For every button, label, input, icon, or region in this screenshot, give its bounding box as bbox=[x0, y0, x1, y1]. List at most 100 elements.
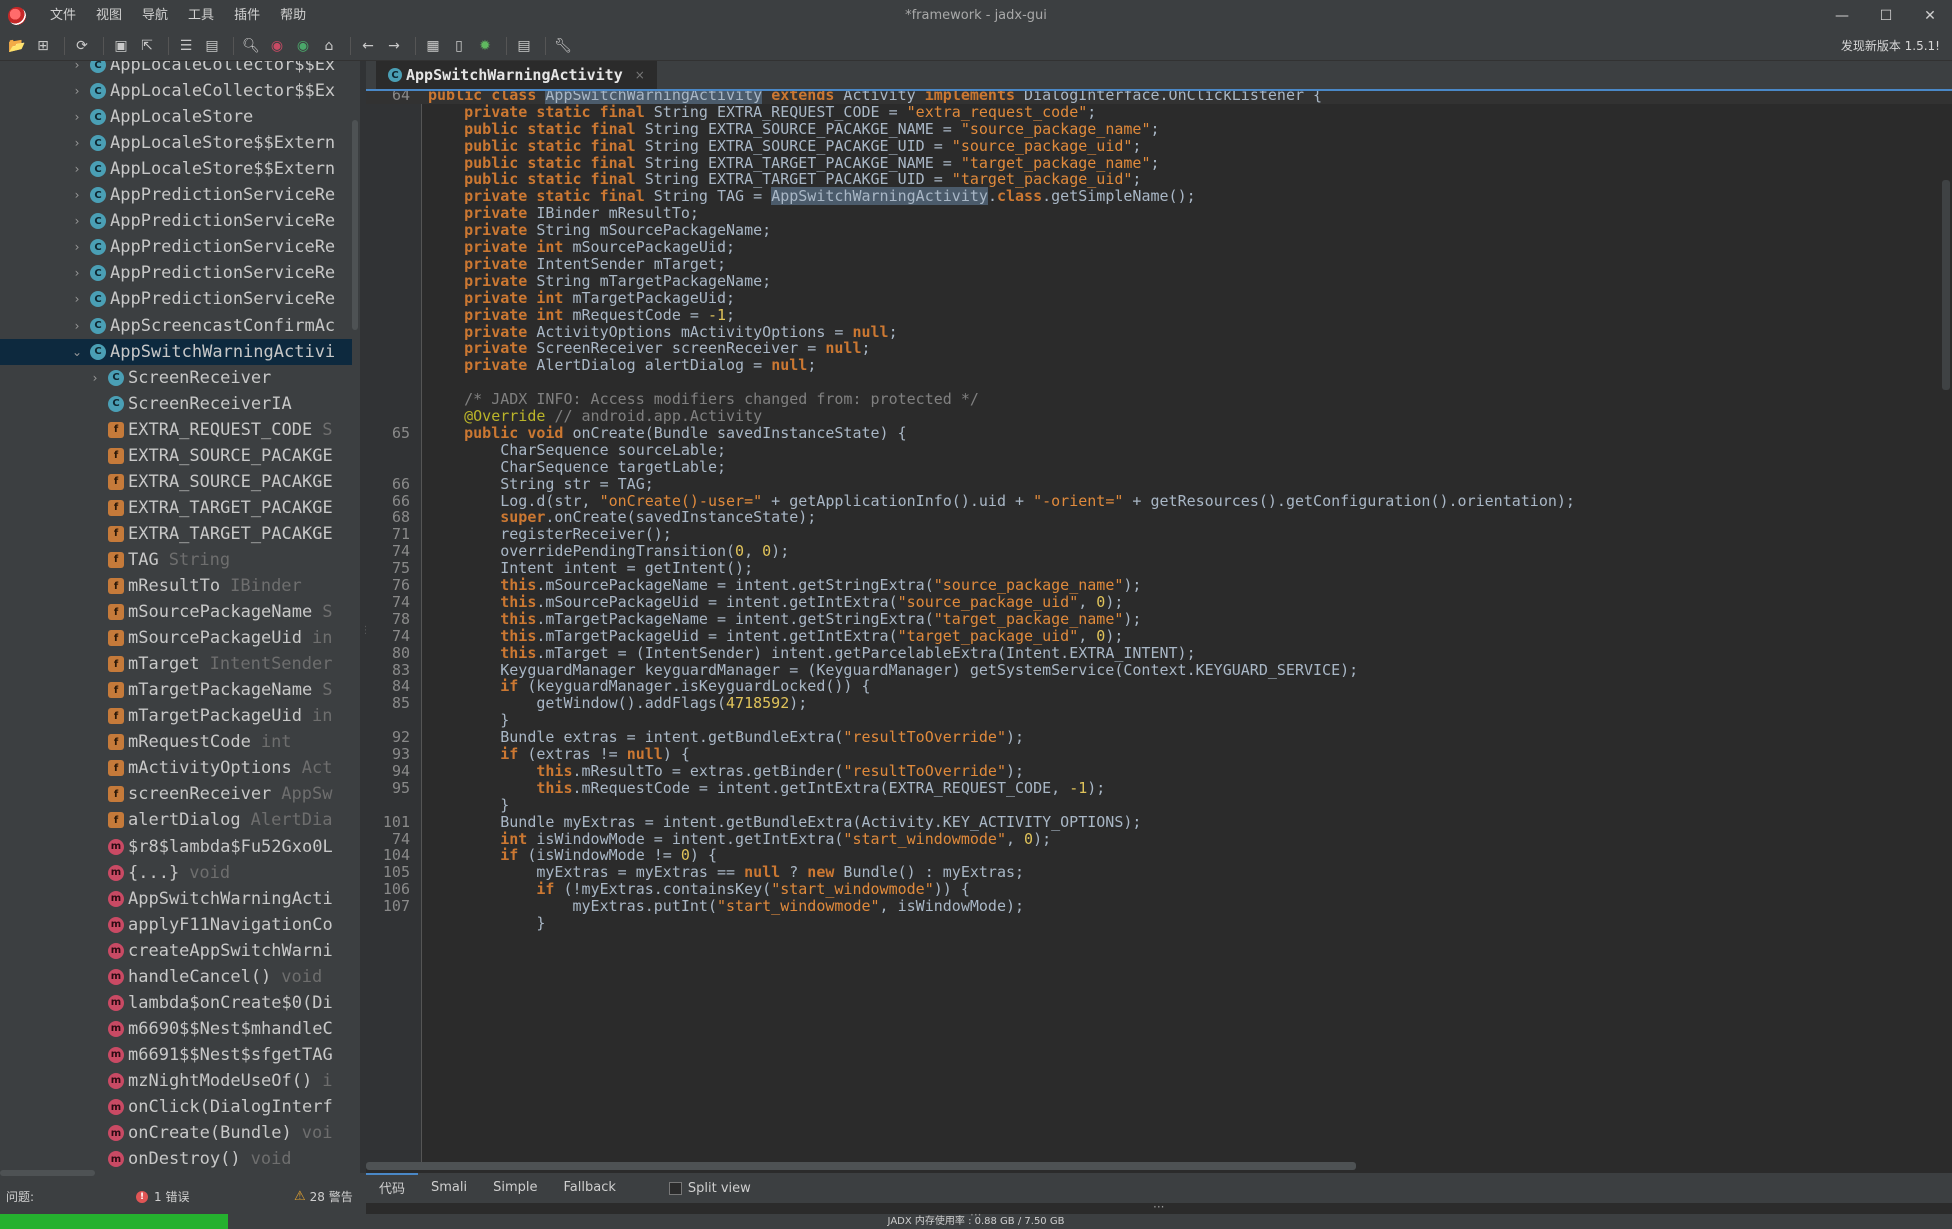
code-line[interactable]: private IBinder mResultTo; bbox=[366, 205, 1952, 222]
tree-item[interactable]: f screenReceiver AppSw bbox=[0, 781, 352, 807]
code-line[interactable]: CharSequence sourceLable; bbox=[366, 441, 1952, 459]
tree-item[interactable]: m onDestroy() void bbox=[0, 1146, 352, 1172]
open-icon[interactable]: 📂 bbox=[6, 35, 28, 57]
expand-chevron-icon[interactable]: › bbox=[70, 214, 84, 228]
code-line[interactable]: 107 myExtras.putInt("start_windowmode", … bbox=[366, 898, 1952, 915]
close-tab-icon[interactable]: × bbox=[635, 68, 645, 82]
tree-item[interactable]: › C AppPredictionServiceRe bbox=[0, 208, 352, 234]
tree-item[interactable]: f alertDialog AlertDia bbox=[0, 807, 352, 833]
menu-tools[interactable]: 工具 bbox=[178, 0, 224, 31]
code-line[interactable]: 94 this.mResultTo = extras.getBinder("re… bbox=[366, 762, 1952, 780]
tree-horizontal-scrollbar[interactable] bbox=[0, 1170, 95, 1176]
expand-chevron-icon[interactable]: › bbox=[70, 292, 84, 306]
tree-item[interactable]: › C AppPredictionServiceRe bbox=[0, 286, 352, 312]
menu-file[interactable]: 文件 bbox=[40, 0, 86, 31]
settings-wrench-icon[interactable]: 🔧︎ bbox=[552, 35, 574, 57]
expand-chevron-icon[interactable]: › bbox=[88, 371, 102, 385]
expand-chevron-icon[interactable]: › bbox=[70, 319, 84, 333]
tab-simple[interactable]: Simple bbox=[480, 1173, 550, 1203]
code-line[interactable]: 76 this.mSourcePackageName = intent.getS… bbox=[366, 577, 1952, 594]
editor-tab[interactable]: C AppSwitchWarningActivity × bbox=[376, 61, 657, 89]
menu-view[interactable]: 视图 bbox=[86, 0, 132, 31]
tree-item[interactable]: › C AppPredictionServiceRe bbox=[0, 234, 352, 260]
tree-vertical-scrollbar[interactable] bbox=[352, 120, 358, 330]
code-line[interactable]: 71 registerReceiver(); bbox=[366, 526, 1952, 543]
code-line[interactable]: 93 if (extras != null) { bbox=[366, 746, 1952, 763]
split-view-checkbox[interactable] bbox=[668, 1181, 682, 1195]
code-line[interactable]: private ScreenReceiver screenReceiver = … bbox=[366, 340, 1952, 357]
tree-item[interactable]: m $r8$lambda$Fu52Gxo0L bbox=[0, 834, 352, 860]
tree-item[interactable]: › C AppLocaleCollector$$Ex bbox=[0, 78, 352, 104]
tree-item[interactable]: m AppSwitchWarningActi bbox=[0, 886, 352, 912]
code-vertical-scrollbar[interactable] bbox=[1942, 180, 1950, 390]
code-line[interactable]: 74 this.mTargetPackageUid = intent.getIn… bbox=[366, 627, 1952, 645]
minimize-button[interactable]: — bbox=[1820, 0, 1864, 31]
code-line[interactable]: 101 Bundle myExtras = intent.getBundleEx… bbox=[366, 813, 1952, 831]
code-line[interactable]: private int mTargetPackageUid; bbox=[366, 289, 1952, 307]
tree-item[interactable]: f mSourcePackageUid in bbox=[0, 625, 352, 651]
code-line[interactable]: private static final String TAG = AppSwi… bbox=[366, 187, 1952, 206]
export-icon[interactable]: ⇱ bbox=[136, 35, 158, 57]
save-icon[interactable]: ▣ bbox=[110, 35, 132, 57]
code-line[interactable]: 105 myExtras = myExtras == null ? new Bu… bbox=[366, 864, 1952, 881]
menu-plugins[interactable]: 插件 bbox=[224, 0, 270, 31]
code-line[interactable]: 65 public void onCreate(Bundle savedInst… bbox=[366, 424, 1952, 442]
code-horizontal-scrollbar[interactable] bbox=[366, 1162, 1356, 1170]
code-line[interactable]: private String mSourcePackageName; bbox=[366, 222, 1952, 239]
tree-item[interactable]: m handleCancel() void bbox=[0, 964, 352, 990]
tab-code[interactable]: 代码 bbox=[366, 1173, 419, 1203]
code-line[interactable]: 78 this.mTargetPackageName = intent.getS… bbox=[366, 610, 1952, 628]
tree-item[interactable]: C ScreenReceiverIA bbox=[0, 391, 352, 417]
close-button[interactable]: ✕ bbox=[1908, 0, 1952, 31]
code-line[interactable]: 66 String str = TAG; bbox=[366, 475, 1952, 493]
code-line[interactable]: } bbox=[366, 796, 1952, 814]
menu-navigation[interactable]: 导航 bbox=[132, 0, 178, 31]
search-icon[interactable]: 🔍︎ bbox=[240, 35, 262, 57]
expand-chevron-icon[interactable]: › bbox=[70, 240, 84, 254]
code-line[interactable]: 80 this.mTarget = (IntentSender) intent.… bbox=[366, 644, 1952, 662]
code-line[interactable]: private AlertDialog alertDialog = null; bbox=[366, 357, 1952, 374]
maximize-button[interactable]: ☐ bbox=[1864, 0, 1908, 31]
code-line[interactable]: 106 if (!myExtras.containsKey("start_win… bbox=[366, 881, 1952, 898]
expand-chevron-icon[interactable]: ⌄ bbox=[70, 345, 84, 359]
code-line[interactable]: 75 Intent intent = getIntent(); bbox=[366, 560, 1952, 577]
class-tree[interactable]: › C AppLocaleCollector$$Ex › C AppLocaleColle… bbox=[0, 61, 360, 1173]
expand-chevron-icon[interactable]: › bbox=[70, 266, 84, 280]
tree-item[interactable]: f mTargetPackageName S bbox=[0, 677, 352, 703]
tree-item[interactable]: m mzNightModeUseOf() i bbox=[0, 1068, 352, 1094]
tree-item[interactable]: m onClick(DialogInterf bbox=[0, 1094, 352, 1120]
tree-item[interactable]: f EXTRA_REQUEST_CODE S bbox=[0, 417, 352, 443]
code-line[interactable]: private IntentSender mTarget; bbox=[366, 255, 1952, 273]
code-line[interactable]: 74 int isWindowMode = intent.getIntExtra… bbox=[366, 830, 1952, 848]
code-editor[interactable]: /* loaded from: classes4.dex */64public … bbox=[366, 91, 1952, 1166]
code-line[interactable]: @Override // android.app.Activity bbox=[366, 408, 1952, 425]
tree-item[interactable]: › C AppPredictionServiceRe bbox=[0, 260, 352, 286]
menu-help[interactable]: 帮助 bbox=[270, 0, 316, 31]
tree-item[interactable]: › C AppScreencastConfirmAc bbox=[0, 313, 352, 339]
tab-fallback[interactable]: Fallback bbox=[551, 1173, 629, 1203]
find-class-icon[interactable]: ◉ bbox=[266, 35, 288, 57]
tree-item[interactable]: f EXTRA_SOURCE_PACAKGE bbox=[0, 443, 352, 469]
tree-item[interactable]: f EXTRA_TARGET_PACAKGE bbox=[0, 495, 352, 521]
forward-icon[interactable]: → bbox=[383, 35, 405, 57]
tree-item[interactable]: f mActivityOptions Act bbox=[0, 755, 352, 781]
tree-item[interactable]: f EXTRA_TARGET_PACAKGE bbox=[0, 521, 352, 547]
new-version-notice[interactable]: 发现新版本 1.5.1! bbox=[1841, 31, 1940, 61]
code-line[interactable]: 83 KeyguardManager keyguardManager = (Ke… bbox=[366, 661, 1952, 679]
back-icon[interactable]: ← bbox=[357, 35, 379, 57]
tree-item[interactable]: f EXTRA_SOURCE_PACAKGE bbox=[0, 469, 352, 495]
expand-chevron-icon[interactable]: › bbox=[70, 110, 84, 124]
code-line[interactable]: 66 Log.d(str, "onCreate()-user=" + getAp… bbox=[366, 492, 1952, 510]
tree-item[interactable]: f mTarget IntentSender bbox=[0, 651, 352, 677]
debug-icon[interactable]: ✹ bbox=[474, 35, 496, 57]
tree-item[interactable]: › C ScreenReceiver bbox=[0, 365, 352, 391]
tree-item[interactable]: › C AppPredictionServiceRe bbox=[0, 182, 352, 208]
tree-item[interactable]: m {...} void bbox=[0, 860, 352, 886]
code-line[interactable]: private static final String EXTRA_REQUES… bbox=[366, 103, 1952, 121]
code-line[interactable]: public static final String EXTRA_TARGET_… bbox=[366, 171, 1952, 188]
tree-item[interactable]: f mResultTo IBinder bbox=[0, 573, 352, 599]
tree-item[interactable]: f mSourcePackageName S bbox=[0, 599, 352, 625]
expand-chevron-icon[interactable]: › bbox=[70, 162, 84, 176]
code-line[interactable]: 95 this.mRequestCode = intent.getIntExtr… bbox=[366, 779, 1952, 797]
tree-item[interactable]: f mTargetPackageUid in bbox=[0, 703, 352, 729]
